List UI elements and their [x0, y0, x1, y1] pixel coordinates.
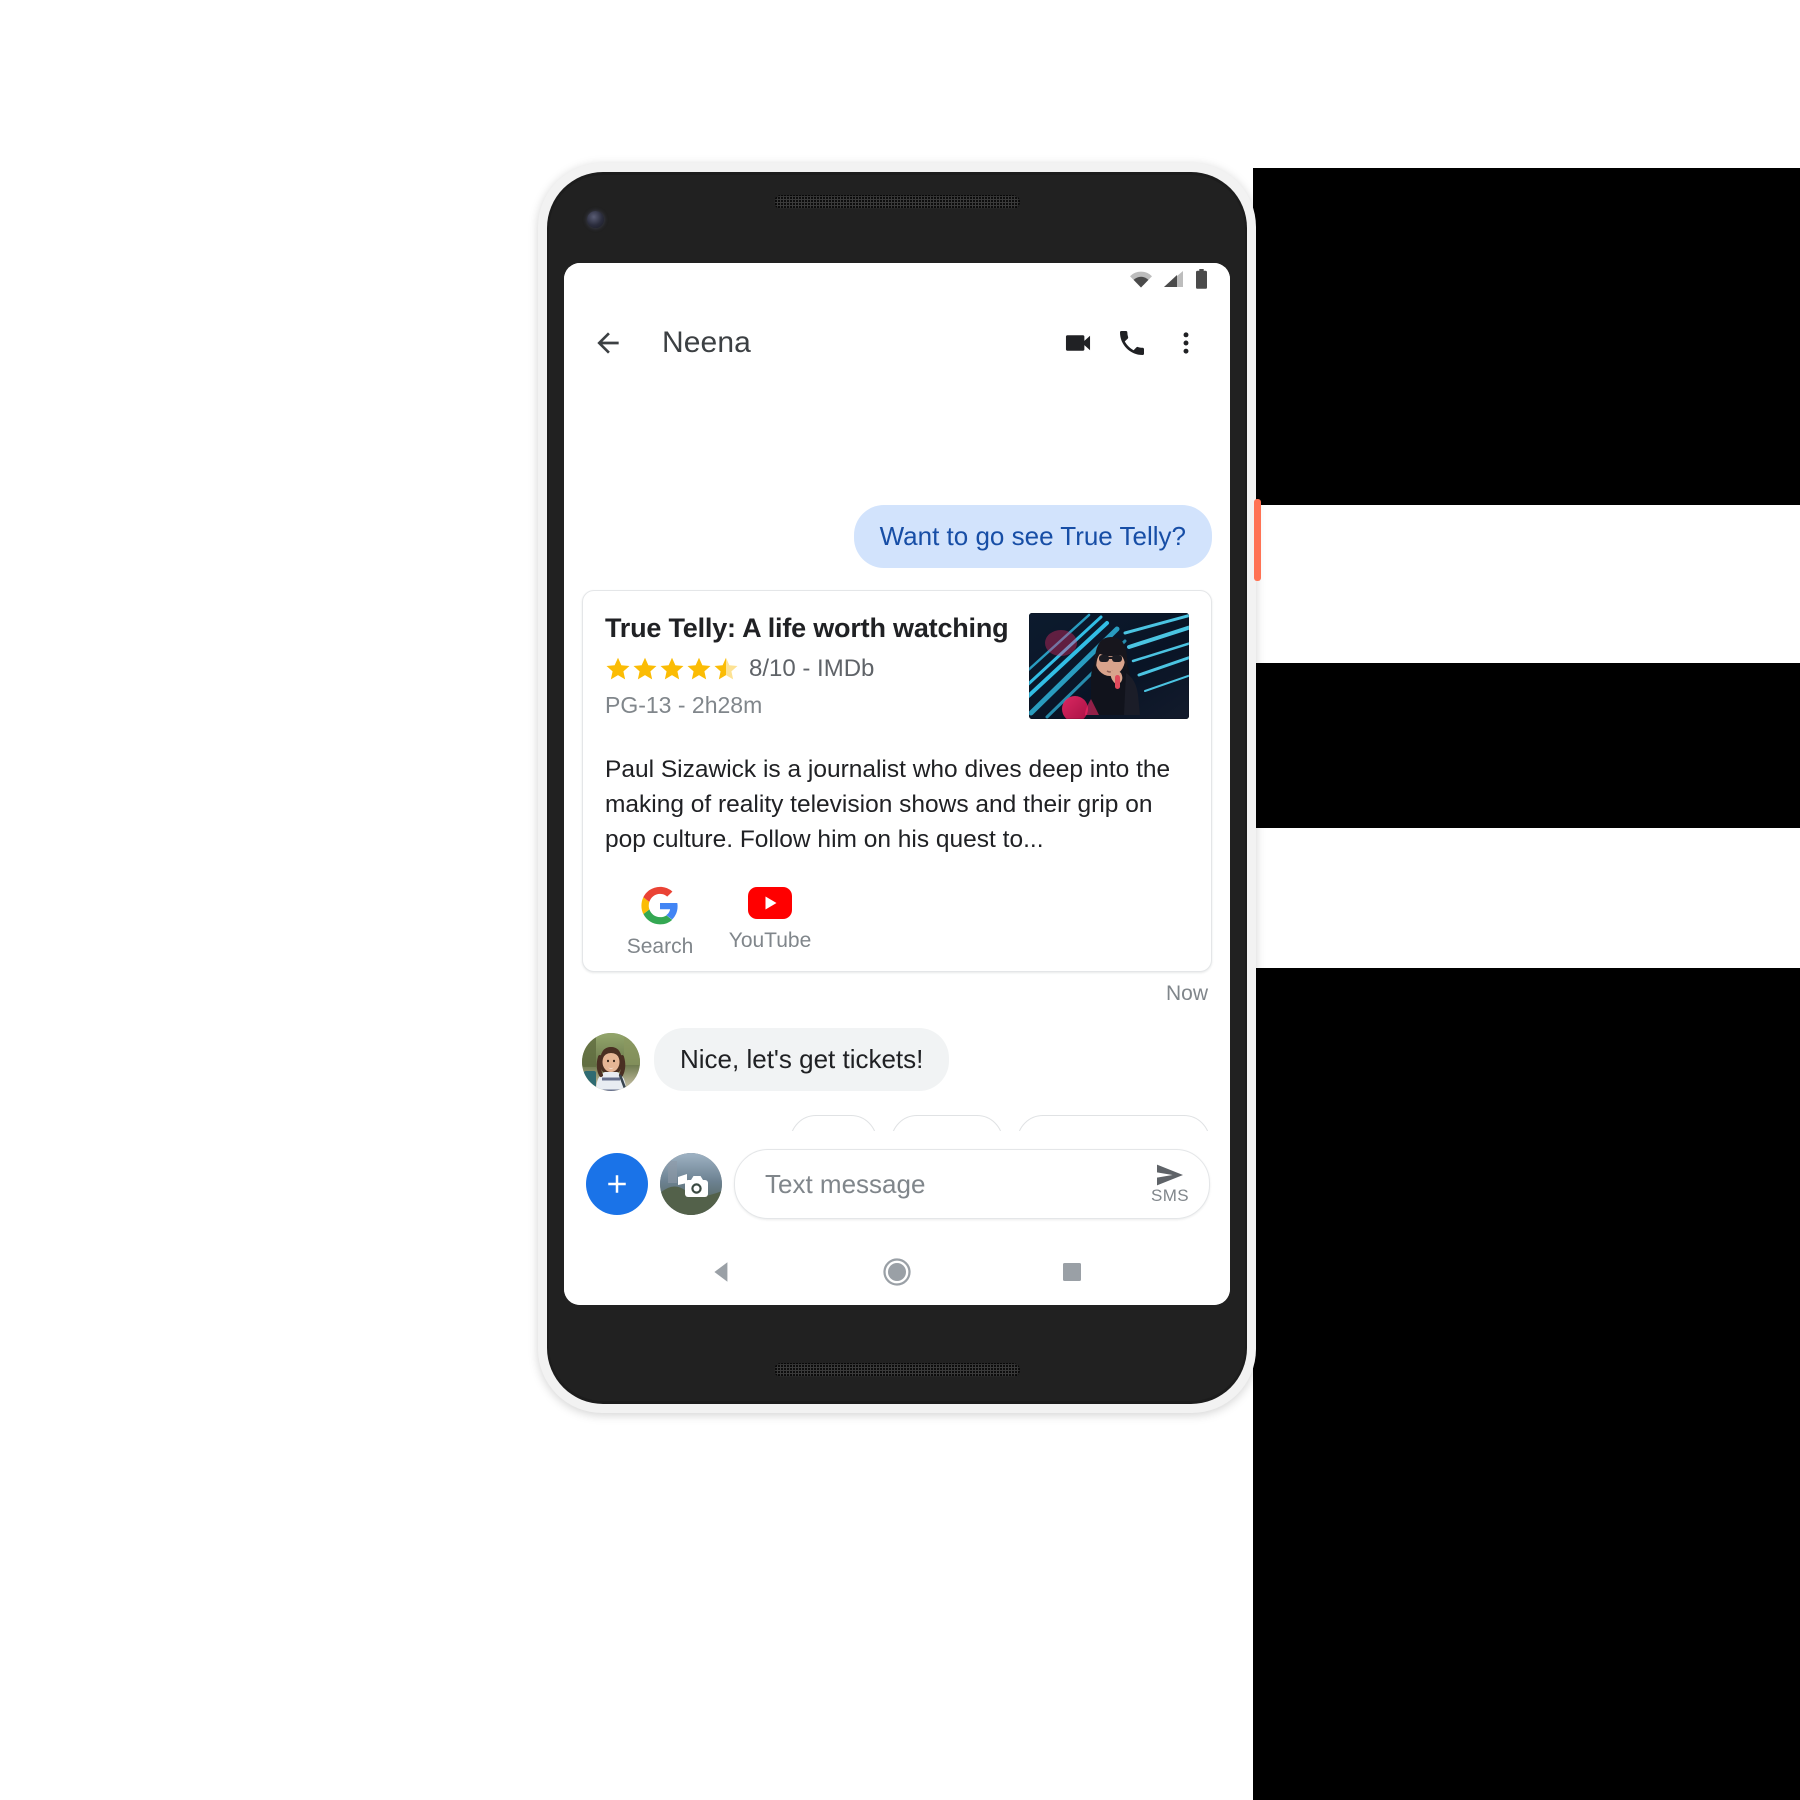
youtube-action-button[interactable]: YouTube	[715, 886, 825, 959]
card-actions: Search YouTube	[605, 886, 1189, 959]
star-icon	[633, 657, 657, 680]
send-icon	[1156, 1164, 1183, 1186]
outgoing-message-row: Want to go see True Telly?	[582, 505, 1212, 569]
star-half-icon	[714, 657, 738, 680]
video-call-button[interactable]	[1056, 321, 1100, 365]
voice-call-button[interactable]	[1110, 321, 1154, 365]
nav-recents-icon	[1063, 1263, 1082, 1281]
smart-reply-chip-sounds-good[interactable]: Sounds good	[1016, 1114, 1210, 1131]
star-icon	[606, 657, 630, 680]
overflow-menu-button[interactable]	[1164, 321, 1208, 365]
plus-icon	[608, 1175, 626, 1193]
smart-reply-chip-great[interactable]: Great	[890, 1114, 1003, 1131]
message-timestamp: Now	[1165, 981, 1208, 1005]
front-camera-icon	[587, 211, 604, 228]
movie-title: True Telly: A life worth watching	[605, 613, 1009, 644]
camera-button[interactable]	[660, 1153, 722, 1215]
card-info: True Telly: A life worth watching 8/10 -…	[605, 613, 1013, 719]
back-button[interactable]	[588, 323, 628, 363]
rating-text: 8/10 - IMDb	[749, 654, 875, 682]
background-band	[1253, 663, 1800, 828]
conversation-thread: Want to go see True Telly? True Telly: A…	[564, 387, 1230, 1131]
page-title: Neena	[662, 326, 751, 359]
star-icon	[687, 657, 711, 680]
nav-recents-button[interactable]	[1045, 1245, 1099, 1299]
avatar	[582, 1032, 640, 1091]
outgoing-message-bubble[interactable]: Want to go see True Telly?	[853, 505, 1212, 569]
movie-poster-thumbnail[interactable]	[1029, 613, 1189, 720]
search-action-label: Search	[626, 934, 694, 958]
message-input[interactable]	[763, 1167, 1145, 1201]
rating-row: 8/10 - IMDb	[605, 655, 1013, 683]
nav-home-icon	[883, 1258, 911, 1286]
incoming-message-row: Nice, let's get tickets!	[582, 1027, 1212, 1091]
bottom-speaker	[774, 1363, 1020, 1377]
message-input-container[interactable]: SMS	[734, 1149, 1210, 1219]
nav-home-button[interactable]	[870, 1245, 924, 1299]
smart-reply-chips: OK Great Sounds good	[582, 1114, 1212, 1131]
search-action-button[interactable]: Search	[605, 886, 715, 959]
app-bar: Neena	[564, 299, 1230, 387]
background-band	[1253, 828, 1800, 968]
incoming-message-bubble[interactable]: Nice, let's get tickets!	[654, 1027, 950, 1091]
phone-device: Neena Want to go see True Telly? True Te…	[538, 163, 1261, 1413]
earpiece-speaker	[774, 195, 1020, 209]
android-nav-bar	[564, 1239, 1230, 1305]
background-bands	[1253, 168, 1800, 1800]
background-band	[1253, 168, 1800, 505]
card-header: True Telly: A life worth watching 8/10 -…	[605, 613, 1189, 720]
phone-screen: Neena Want to go see True Telly? True Te…	[564, 263, 1230, 1305]
google-g-icon	[641, 886, 678, 924]
movie-metadata: PG-13 - 2h28m	[605, 691, 763, 718]
movie-rich-card[interactable]: True Telly: A life worth watching 8/10 -…	[582, 590, 1212, 972]
smart-reply-chip-ok[interactable]: OK	[789, 1114, 877, 1131]
nav-back-icon	[714, 1262, 728, 1282]
wifi-icon	[1129, 270, 1153, 293]
add-attachment-button[interactable]	[586, 1153, 648, 1215]
star-icon	[660, 657, 684, 680]
power-button[interactable]	[1254, 499, 1261, 581]
cell-signal-icon	[1163, 270, 1185, 293]
youtube-icon	[748, 886, 792, 919]
background-band	[1253, 505, 1800, 663]
battery-icon	[1195, 268, 1208, 294]
send-type-label: SMS	[1150, 1186, 1189, 1205]
youtube-action-label: YouTube	[728, 928, 812, 952]
compose-bar: SMS	[564, 1131, 1230, 1239]
status-bar	[564, 263, 1230, 299]
nav-back-button[interactable]	[695, 1245, 749, 1299]
send-button[interactable]: SMS	[1145, 1162, 1195, 1206]
movie-description: Paul Sizawick is a journalist who dives …	[605, 756, 1171, 853]
star-rating	[605, 656, 739, 682]
background-band	[1253, 968, 1800, 1800]
